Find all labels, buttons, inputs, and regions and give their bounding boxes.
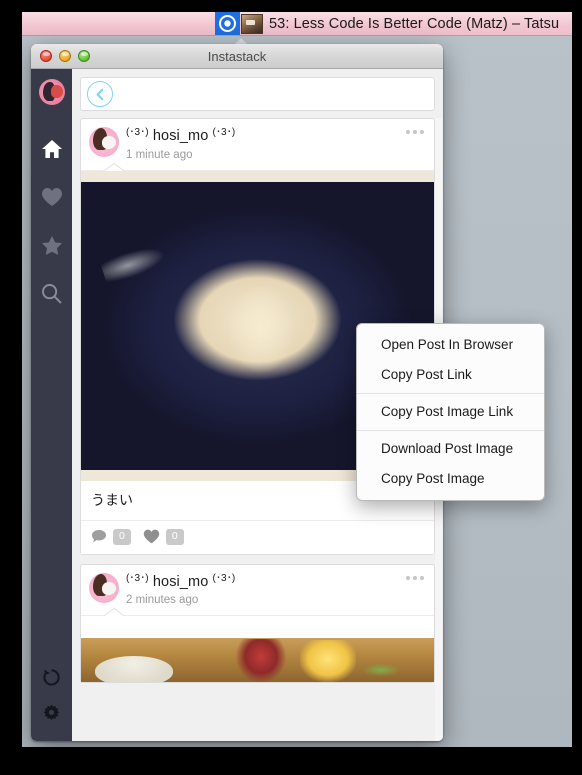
refresh-icon — [43, 668, 60, 686]
post-header: (･3･) hosi_mo (･3･) 1 minute ago — [81, 119, 434, 170]
more-dots-icon[interactable] — [406, 575, 424, 580]
menu-item-copy-post-image[interactable]: Copy Post Image — [357, 464, 544, 494]
window-titlebar[interactable]: Instastack — [31, 44, 443, 69]
capture-frame-right — [572, 0, 582, 775]
chevron-left-circle-icon[interactable] — [87, 81, 113, 107]
zoom-button[interactable] — [78, 50, 90, 62]
window-traffic-lights — [40, 50, 90, 62]
menu-item-copy-post-link[interactable]: Copy Post Link — [357, 360, 544, 390]
menubar-title: 53: Less Code Is Better Code (Matz) – Ta… — [269, 15, 560, 32]
menu-item-open-post-in-browser[interactable]: Open Post In Browser — [357, 330, 544, 360]
menu-separator — [357, 393, 544, 394]
post-timestamp: 2 minutes ago — [126, 594, 199, 607]
sidebar-item-likes[interactable] — [31, 173, 72, 221]
username-text: hosi_mo — [152, 573, 209, 590]
kaomoji-left: (･3･) — [126, 572, 149, 584]
comment-bubble-icon[interactable] — [91, 529, 107, 544]
sidebar-item-settings[interactable] — [31, 695, 72, 731]
target-circle-icon[interactable] — [215, 12, 240, 35]
feed-topbar — [80, 77, 435, 111]
sidebar-bottom-group — [31, 659, 72, 731]
post-header-text: (･3･) hosi_mo (･3･) 2 minutes ago — [126, 573, 235, 607]
desktop-background: 53: Less Code Is Better Code (Matz) – Ta… — [0, 0, 582, 775]
post-image-wrap[interactable] — [81, 615, 434, 683]
sidebar-item-favorites[interactable] — [31, 221, 72, 269]
comment-count: 0 — [113, 528, 131, 545]
video-thumbnail-icon[interactable] — [241, 13, 263, 34]
sidebar-item-refresh[interactable] — [31, 659, 72, 695]
gear-icon — [43, 704, 60, 720]
username-text: hosi_mo — [152, 128, 209, 144]
like-count: 0 — [165, 528, 184, 545]
menu-item-copy-post-image-link[interactable]: Copy Post Image Link — [357, 397, 544, 427]
menubar-left-spacer — [22, 12, 215, 35]
sidebar-item-home[interactable] — [31, 125, 72, 173]
user-avatar-icon[interactable] — [38, 79, 65, 105]
search-icon — [42, 283, 62, 303]
kaomoji-left: (･3･) — [126, 127, 149, 138]
heart-icon[interactable] — [143, 529, 160, 544]
post-timestamp: 1 minute ago — [126, 148, 193, 161]
avatar[interactable] — [89, 127, 119, 157]
kaomoji-right: (･3･) — [212, 572, 236, 584]
post-context-menu: Open Post In Browser Copy Post Link Copy… — [356, 323, 545, 501]
post-image-garnish — [363, 664, 399, 677]
minimize-button[interactable] — [59, 50, 71, 62]
sidebar-item-search[interactable] — [31, 269, 72, 317]
post-header-notch — [103, 608, 125, 616]
post-username[interactable]: (･3･) hosi_mo (･3･) — [126, 127, 236, 145]
post-image[interactable] — [81, 616, 434, 683]
home-icon — [41, 140, 62, 158]
post-action-bar: 0 0 — [81, 519, 434, 554]
post-username[interactable]: (･3･) hosi_mo (･3･) — [126, 572, 236, 591]
close-button[interactable] — [40, 50, 52, 62]
sidebar — [31, 69, 72, 741]
post-header-notch — [103, 163, 125, 171]
menu-separator — [357, 430, 544, 431]
window-title: Instastack — [207, 48, 267, 64]
capture-frame-bottom — [0, 747, 582, 775]
capture-frame-top — [0, 0, 582, 12]
heart-icon — [41, 188, 62, 206]
kaomoji-right: (･3･) — [212, 127, 236, 138]
post-header: (･3･) hosi_mo (･3･) 2 minutes ago — [81, 565, 434, 616]
menu-item-download-post-image[interactable]: Download Post Image — [357, 434, 544, 464]
post-card: (･3･) hosi_mo (･3･) 2 minutes ago — [80, 563, 435, 684]
post-header-text: (･3･) hosi_mo (･3･) 1 minute ago — [126, 127, 235, 161]
avatar[interactable] — [89, 572, 119, 603]
star-icon — [41, 235, 62, 255]
post-image-bowl — [95, 656, 173, 683]
more-dots-icon[interactable] — [406, 130, 424, 134]
capture-frame-left — [0, 0, 22, 775]
menubar: 53: Less Code Is Better Code (Matz) – Ta… — [22, 12, 572, 36]
